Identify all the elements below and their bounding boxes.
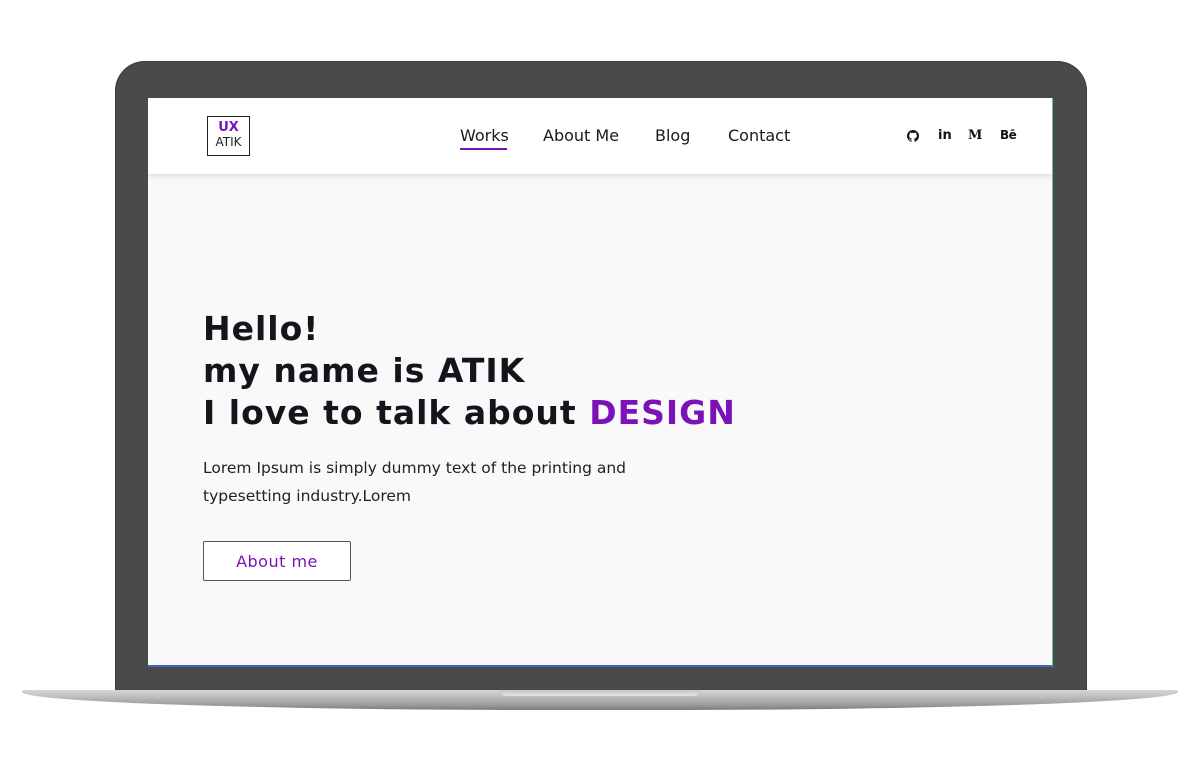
hero-accent-word: DESIGN xyxy=(589,393,736,432)
hero-heading: Hello! my name is ATIK I love to talk ab… xyxy=(203,308,903,434)
nav-item-about-me[interactable]: About Me xyxy=(543,126,619,145)
linkedin-icon[interactable]: in xyxy=(938,128,952,146)
hero-line-name: my name is ATIK xyxy=(203,351,526,390)
hero-section: Hello! my name is ATIK I love to talk ab… xyxy=(203,308,903,510)
hero-line-hello: Hello! xyxy=(203,309,320,348)
site-header: UX ATIK Works About Me Blog Contact in M… xyxy=(148,98,1052,174)
nav-item-contact[interactable]: Contact xyxy=(728,126,790,145)
behance-icon[interactable]: Bē xyxy=(1000,128,1017,146)
medium-icon[interactable]: M xyxy=(968,128,982,146)
github-icon[interactable] xyxy=(907,130,919,142)
hero-line-design: I love to talk about DESIGN xyxy=(203,392,903,434)
nav-item-works[interactable]: Works xyxy=(460,126,509,150)
laptop-mockup: UX ATIK Works About Me Blog Contact in M… xyxy=(0,0,1200,772)
logo-top-text: UX xyxy=(218,120,239,135)
about-me-button[interactable]: About me xyxy=(203,541,351,581)
logo-bottom-text: ATIK xyxy=(215,135,242,149)
laptop-screen: UX ATIK Works About Me Blog Contact in M… xyxy=(148,98,1053,667)
hero-description: Lorem Ipsum is simply dummy text of the … xyxy=(203,459,626,505)
logo[interactable]: UX ATIK xyxy=(207,116,250,156)
laptop-hinge-notch xyxy=(500,690,700,696)
hero-line-design-prefix: I love to talk about xyxy=(203,393,590,432)
nav-item-blog[interactable]: Blog xyxy=(655,126,690,145)
